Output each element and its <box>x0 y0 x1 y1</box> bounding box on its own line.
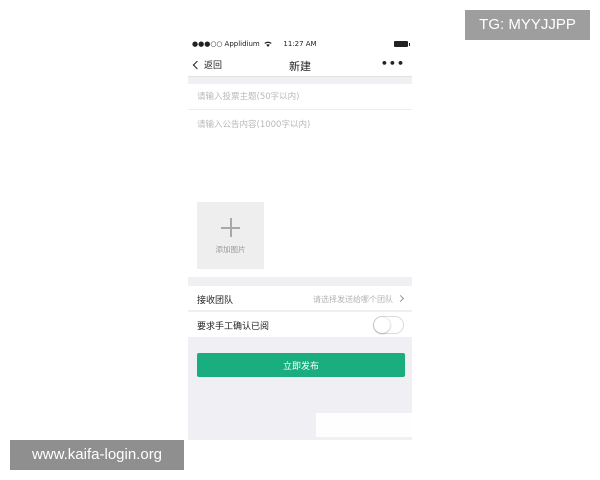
compose-form: 添加图片 <box>188 84 412 277</box>
manual-confirm-row: 要求手工确认已阅 <box>188 312 412 337</box>
status-time: 11:27 AM <box>283 40 317 48</box>
receiving-team-label: 接收团队 <box>197 296 234 306</box>
page-title: 新建 <box>289 60 311 73</box>
receiving-team-value: 请选择发送给哪个团队 <box>313 295 393 304</box>
status-bar: ●●●○○ Applidium 11:27 AM <box>188 35 412 53</box>
receiving-team-row[interactable]: 接收团队 请选择发送给哪个团队 <box>188 286 412 311</box>
phone-screen: ●●●○○ Applidium 11:27 AM 返回 新建 ••• 添加图片 … <box>188 35 412 440</box>
battery-icon <box>394 41 410 47</box>
add-image-button[interactable]: 添加图片 <box>197 202 264 269</box>
navigation-bar: 返回 新建 ••• <box>188 53 412 77</box>
content-textarea[interactable] <box>188 112 412 192</box>
chevron-right-icon <box>396 294 405 303</box>
topic-input[interactable] <box>188 84 412 110</box>
manual-confirm-toggle[interactable] <box>373 316 404 334</box>
toggle-knob <box>374 317 390 333</box>
publish-button[interactable]: 立即发布 <box>197 353 405 377</box>
bottom-blur-patch <box>316 413 412 437</box>
site-watermark: www.kaifa-login.org <box>10 440 184 470</box>
more-options-button[interactable]: ••• <box>381 57 405 70</box>
add-image-label: 添加图片 <box>215 245 246 254</box>
plus-icon <box>221 218 240 237</box>
manual-confirm-label: 要求手工确认已阅 <box>197 322 270 332</box>
telegram-watermark: TG: MYYJJPP <box>465 10 590 40</box>
